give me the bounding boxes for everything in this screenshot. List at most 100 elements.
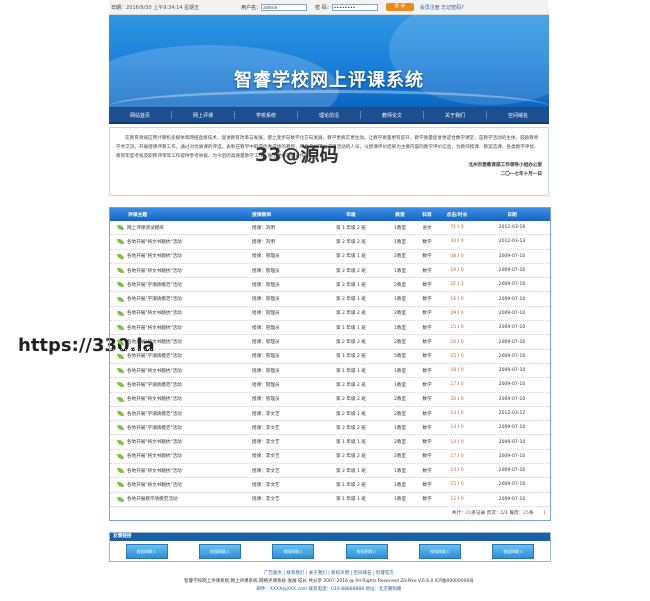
row-topic-text[interactable]: 各地开展"将文书翻抗"活动 bbox=[127, 368, 182, 374]
nav-item[interactable]: 教师论文 bbox=[361, 112, 423, 119]
row-duration: 0 bbox=[460, 325, 464, 331]
friend-link-logo[interactable]: 校园网联入 bbox=[492, 544, 535, 559]
table-row[interactable]: 各地开展"将文书翻抗"活动 授课：管理员 第 2 年级 2 班 2教室 数学 16 / 0… bbox=[110, 335, 550, 350]
row-topic-text[interactable]: 各地开展"将文书翻抗"活动 bbox=[127, 339, 182, 345]
row-teacher: 授课：管理员 bbox=[252, 340, 280, 346]
row-topic[interactable]: 各地开展"将文书翻抗"活动 bbox=[110, 325, 240, 331]
row-topic-text[interactable]: 各地开展"将文书翻抗"活动 bbox=[127, 396, 182, 402]
row-topic-text[interactable]: 各地开展"学潮请模范"活动 bbox=[127, 296, 182, 302]
row-topic-text[interactable]: 各地开展"将文书翻抗"活动 bbox=[127, 253, 182, 259]
row-topic[interactable]: 各地开展"学潮请模范"活动 bbox=[110, 353, 240, 359]
row-topic[interactable]: 各地开展"将文书翻抗"活动 bbox=[110, 453, 240, 459]
row-topic-text[interactable]: 各地开展"学潮请模范"活动 bbox=[127, 353, 182, 359]
header-grade: 年级 bbox=[346, 213, 356, 218]
row-room: 1教室 bbox=[393, 268, 407, 274]
footer-links[interactable]: 广告服务 | 联系我们 | 关于我们 | 新权声明 | 空间域名 | 智睿官方 bbox=[109, 570, 549, 578]
row-grade: 第 1 年级 2 班 bbox=[335, 354, 367, 360]
table-row[interactable]: 各地开展"将文书翻抗"活动 授课：管理员 第 1 年级 1 班 1教室 数学 15 / 0… bbox=[110, 321, 550, 336]
nav-item[interactable]: 学校系统 bbox=[235, 112, 297, 119]
row-topic-text[interactable]: 各地开展"将文书翻抗"活动 bbox=[127, 325, 182, 331]
table-row[interactable]: 各地开展"将文书翻抗"活动 授课：管理员 第 2 年级 2 班 2教室 数学 29 / 0… bbox=[110, 307, 550, 322]
row-topic[interactable]: 各地开展"将文书翻抗"活动 bbox=[110, 468, 240, 474]
row-room: 2教室 bbox=[393, 411, 407, 417]
password-input[interactable]: •••••••• bbox=[331, 3, 378, 11]
table-row[interactable]: 各地开展"将文书翻抗"活动 授课：管理员 第 2 年级 2 班 2教室 数学 20 / 0… bbox=[110, 393, 550, 407]
row-grade: 第 2 年级 2 班 bbox=[335, 454, 367, 460]
top-login-bar: 日期： 2016/9/30 上午9:34:14 星期五 用户名： admin 密… bbox=[109, 0, 549, 15]
table-row[interactable]: 各地开展"学潮请模范"活动 授课：管理员 第 2 年级 1 班 1教室 数学 16 / 0… bbox=[110, 292, 550, 307]
row-topic[interactable]: 各地开展"将文书翻抗"活动 bbox=[110, 396, 240, 402]
row-topic[interactable]: 各地开展"将文书翻抗"活动 bbox=[110, 368, 240, 374]
row-topic-text[interactable]: 网上评课测试模块 bbox=[127, 225, 164, 231]
row-topic-text[interactable]: 各地开展教学请模范活动 bbox=[127, 496, 178, 502]
table-row[interactable]: 各地开展"将文书翻抗"活动 授课：李文艺 第 1 年级 2 班 1教室 数学 15 / 0… bbox=[110, 478, 550, 493]
nav-item[interactable]: 网站首页 bbox=[109, 112, 171, 119]
row-topic[interactable]: 各地开展"将文书翻抗"活动 bbox=[110, 268, 240, 274]
table-row[interactable]: 各地开展"将文书翻抗"活动 授课：李文艺 第 1 年级 1 班 2教室 数学 14 / 0… bbox=[110, 435, 550, 450]
row-teacher: 授课：管理员 bbox=[252, 297, 280, 303]
row-teacher: 授课：李文艺 bbox=[252, 482, 280, 488]
table-row[interactable]: 各地开展"将文书翻抗"活动 授课：李文艺 第 2 年级 2 班 2教室 数学 17 / 0… bbox=[110, 450, 550, 465]
row-room: 1教室 bbox=[393, 368, 407, 374]
row-topic-text[interactable]: 各地开展"将文书翻抗"活动 bbox=[127, 453, 182, 459]
row-topic-text[interactable]: 各地开展"将文书翻抗"活动 bbox=[127, 482, 182, 488]
row-topic-text[interactable]: 各地开展"将文书翻抗"活动 bbox=[127, 268, 182, 274]
row-subject: 数学 bbox=[422, 368, 432, 374]
row-grade: 第 1 年级 1 班 bbox=[335, 368, 367, 374]
row-topic-text[interactable]: 各地开展"将文书翻抗"活动 bbox=[127, 468, 182, 474]
header-banner: 智睿学校网上评课系统 bbox=[109, 15, 549, 108]
table-row[interactable]: 各地开展"将文书翻抗"活动 授课：刘明 第 2 年级 2 班 1教室 数学 33 / 0 2… bbox=[110, 235, 550, 250]
nav-item[interactable]: 网上评课 bbox=[172, 112, 234, 119]
row-teacher: 授课：李文艺 bbox=[252, 440, 280, 446]
row-date: 2009-07-10 bbox=[498, 496, 526, 502]
row-topic[interactable]: 各地开展"将文书翻抗"活动 bbox=[110, 253, 240, 259]
row-room: 1教室 bbox=[393, 482, 407, 488]
friend-link-logo[interactable]: 校园网联入 bbox=[272, 544, 315, 559]
row-subject: 数学 bbox=[422, 454, 432, 460]
table-row[interactable]: 各地开展教学请模范活动 授课：李文艺 第 1 年级 1 班 1教室 数学 12 / 0 20… bbox=[110, 493, 550, 507]
table-row[interactable]: 各地开展"学潮请模范"活动 授课：李文艺 第 2 年级 2 班 1教室 数学 14 / 0… bbox=[110, 421, 550, 436]
row-topic[interactable]: 网上评课测试模块 bbox=[110, 225, 240, 231]
row-topic-text[interactable]: 各地开展"学潮请模范"活动 bbox=[127, 282, 182, 288]
row-topic-text[interactable]: 各地开展"将文书翻抗"活动 bbox=[127, 239, 182, 245]
row-topic[interactable]: 各地开展"学潮请模范"活动 bbox=[110, 382, 240, 388]
row-date: 2012-03-13 bbox=[498, 239, 526, 245]
table-row[interactable]: 各地开展"学潮请模范"活动 授课：管理员 第 2 年级 2 班 1教室 数学 17 / 0… bbox=[110, 378, 550, 393]
pager-page-link[interactable]: 1 bbox=[543, 511, 546, 516]
table-row[interactable]: 各地开展"将文书翻抗"活动 授课：管理员 第 2 年级 1 班 2教室 数学 38 / 0… bbox=[110, 250, 550, 264]
username-input[interactable]: admin bbox=[261, 3, 308, 11]
row-topic[interactable]: 各地开展"将文书翻抗"活动 bbox=[110, 310, 240, 316]
register-forgot-links[interactable]: 会员注册 忘记密码? bbox=[420, 4, 464, 11]
login-button[interactable]: 登 录 bbox=[385, 3, 414, 11]
row-topic[interactable]: 各地开展"学潮请模范"活动 bbox=[110, 296, 240, 302]
row-topic-text[interactable]: 各地开展"学潮请模范"活动 bbox=[127, 382, 182, 388]
nav-item[interactable]: 理论前沿 bbox=[298, 112, 360, 119]
table-row[interactable]: 各地开展"将文书翻抗"活动 授课：管理员 第 1 年级 1 班 1教室 数学 18 / 0… bbox=[110, 364, 550, 379]
friend-link-logo[interactable]: 校园网联入 bbox=[125, 544, 168, 559]
header-subject: 科目 bbox=[422, 213, 432, 218]
row-topic[interactable]: 各地开展"学潮请模范"活动 bbox=[110, 282, 240, 288]
table-row[interactable]: 各地开展"学潮请模范"活动 授课：管理员 第 1 年级 2 班 5教室 数学 15 / 0… bbox=[110, 350, 550, 364]
table-row[interactable]: 各地开展"将文书翻抗"活动 授课：李文艺 第 2 年级 1 班 1教室 数学 14 / 0… bbox=[110, 464, 550, 479]
row-topic[interactable]: 各地开展"学潮请模范"活动 bbox=[110, 411, 240, 417]
row-topic[interactable]: 各地开展"学潮请模范"活动 bbox=[110, 425, 240, 431]
nav-item[interactable]: 空间域名 bbox=[487, 112, 549, 119]
table-row[interactable]: 各地开展"学潮请模范"活动 授课：李文艺 第 2 年级 1 班 2教室 数学 13 / 0… bbox=[110, 407, 550, 422]
leaf-icon bbox=[117, 453, 124, 459]
nav-item[interactable]: 关于我们 bbox=[424, 112, 486, 119]
table-row[interactable]: 各地开展"将文书翻抗"活动 授课：管理员 第 2 年级 2 班 1教室 数学 19 / 0… bbox=[110, 264, 550, 279]
row-topic-text[interactable]: 各地开展"将文书翻抗"活动 bbox=[127, 310, 182, 316]
table-row[interactable]: 各地开展"学潮请模范"活动 授课：管理员 第 2 年级 1 班 2教室 数学 21 / 1… bbox=[110, 278, 550, 293]
friend-link-logo[interactable]: 校园网联入 bbox=[198, 544, 241, 559]
row-topic-text[interactable]: 各地开展"将文书翻抗"活动 bbox=[127, 439, 182, 445]
row-topic-text[interactable]: 各地开展"学潮请模范"活动 bbox=[127, 425, 182, 431]
row-topic[interactable]: 各地开展"将文书翻抗"活动 bbox=[110, 339, 240, 345]
row-topic[interactable]: 各地开展教学请模范活动 bbox=[110, 496, 240, 502]
friend-link-logo[interactable]: 校园网联入 bbox=[345, 544, 388, 559]
table-row[interactable]: 网上评课测试模块 授课：刘明 第 1 年级 2 班 1教室 语文 71 / 3 2012-0… bbox=[110, 221, 550, 236]
friend-link-logo[interactable]: 校园网联入 bbox=[418, 544, 461, 559]
row-topic[interactable]: 各地开展"将文书翻抗"活动 bbox=[110, 239, 240, 245]
row-topic-text[interactable]: 各地开展"学潮请模范"活动 bbox=[127, 411, 182, 417]
row-topic[interactable]: 各地开展"将文书翻抗"活动 bbox=[110, 439, 240, 445]
row-topic[interactable]: 各地开展"将文书翻抗"活动 bbox=[110, 482, 240, 488]
